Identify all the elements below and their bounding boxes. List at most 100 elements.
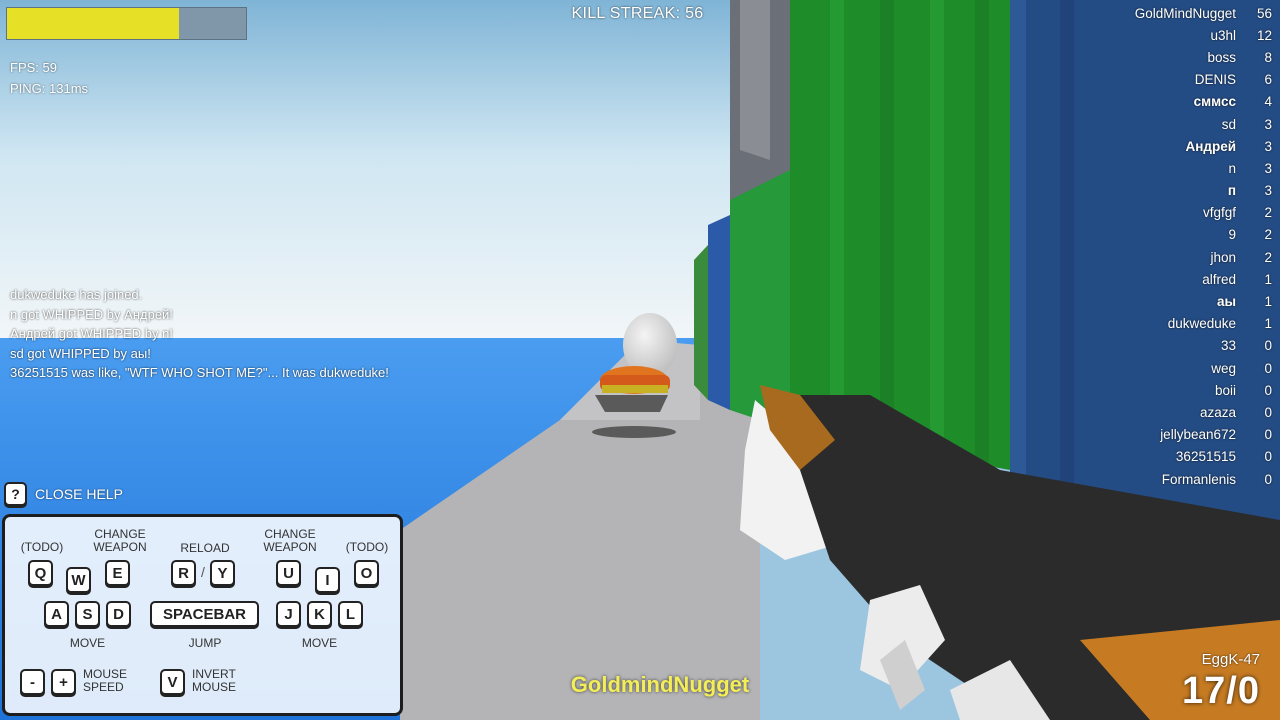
scoreboard-score: 8 (1264, 49, 1272, 65)
scoreboard-row: Андрей 3 (982, 135, 1272, 157)
scoreboard-score: 2 (1264, 205, 1272, 221)
fps-counter: FPS: 59 (10, 60, 57, 75)
label-reload: RELOAD (180, 541, 230, 555)
key-y: Y (210, 560, 235, 586)
scoreboard-row: jellybean672 0 (982, 424, 1272, 446)
scoreboard-player-name: sd (1221, 116, 1236, 132)
scoreboard-row: azaza 0 (982, 401, 1272, 423)
scoreboard-player-name: azaza (1199, 404, 1236, 420)
scoreboard-player-name: п (1227, 183, 1236, 199)
scoreboard-row: jhon 2 (982, 246, 1272, 268)
key-e: E (105, 560, 130, 586)
help-panel: (TODO) CHANGE WEAPON RELOAD CHANGE WEAPO… (2, 514, 403, 716)
label-move-right: MOVE (301, 636, 338, 650)
scoreboard-player-name: сммсс (1193, 94, 1236, 110)
scoreboard-row: DENIS 6 (982, 69, 1272, 91)
ping-readout: PING: 131ms (10, 81, 89, 96)
scoreboard-row: аы 1 (982, 290, 1272, 312)
scoreboard-player-name: boss (1207, 49, 1236, 65)
scoreboard-player-name: vfgfgf (1202, 205, 1236, 221)
scoreboard-row: vfgfgf 2 (982, 202, 1272, 224)
scoreboard-player-name: dukweduke (1167, 316, 1236, 332)
scoreboard-row: сммсс 4 (982, 91, 1272, 113)
key-s: S (75, 601, 100, 627)
label-mouse-speed-line1: MOUSE (83, 667, 128, 681)
scoreboard-player-name: Андрей (1185, 138, 1236, 154)
scoreboard-row: boss 8 (982, 46, 1272, 68)
scoreboard-row: weg 0 (982, 357, 1272, 379)
label-todo-right: (TODO) (345, 540, 389, 554)
killfeed-message: Андрей got WHIPPED by n! (10, 326, 173, 342)
key-spacebar: SPACEBAR (150, 601, 259, 627)
scoreboard-row: 36251515 0 (982, 446, 1272, 468)
kill-feed: dukweduke has joined. n got WHIPPED by Ан… (10, 285, 389, 383)
health-bar-fill (7, 8, 180, 39)
scoreboard-player-name: jellybean672 (1160, 427, 1236, 443)
killfeed-message: sd got WHIPPED by аы! (10, 345, 151, 361)
scoreboard-player-name: 9 (1228, 227, 1236, 243)
key-plus: + (51, 669, 76, 695)
scoreboard-row: alfred 1 (982, 268, 1272, 290)
scoreboard-score: 1 (1264, 316, 1272, 332)
label-change-weapon-right-line1: CHANGE (264, 527, 316, 541)
scoreboard-player-name: GoldMindNugget (1134, 5, 1236, 21)
key-q: Q (28, 560, 53, 586)
scoreboard-score: 1 (1264, 271, 1272, 287)
shadow (592, 426, 676, 438)
scoreboard-player-name: n (1228, 160, 1236, 176)
key-v: V (160, 669, 185, 695)
label-change-weapon-left-line1: CHANGE (94, 527, 146, 541)
key-j: J (276, 601, 301, 627)
label-jump: JUMP (188, 636, 222, 650)
scoreboard-score: 56 (1256, 5, 1272, 21)
health-bar (6, 7, 247, 40)
scoreboard-row: 33 0 (982, 335, 1272, 357)
label-mouse-speed: MOUSE SPEED (83, 668, 133, 694)
scoreboard-score: 3 (1264, 160, 1272, 176)
scoreboard-player-name: 33 (1220, 338, 1236, 354)
scoreboard-score: 12 (1256, 27, 1272, 43)
scoreboard-player-name: jhon (1210, 249, 1236, 265)
key-o: O (354, 560, 379, 586)
close-help-label: CLOSE HELP (35, 486, 123, 502)
scoreboard: GoldMindNugget 56 u3hl 12 boss 8 DENIS 6 сммсс 4 s… (982, 2, 1272, 490)
key-i: I (315, 567, 340, 593)
label-change-weapon-right-line2: WEAPON (263, 540, 317, 554)
close-help-button[interactable]: ? CLOSE HELP (4, 482, 123, 506)
scoreboard-score: 3 (1264, 116, 1272, 132)
scoreboard-row: boii 0 (982, 379, 1272, 401)
scoreboard-player-name: u3hl (1210, 27, 1236, 43)
scoreboard-row: п3 (982, 180, 1272, 202)
label-change-weapon-left: CHANGE WEAPON (85, 528, 155, 554)
ammo-counter: 17/0 (1182, 670, 1260, 712)
label-todo-left: (TODO) (20, 540, 64, 554)
scoreboard-score: 0 (1264, 360, 1272, 376)
weapon-name: EggK-47 (1201, 651, 1260, 668)
scoreboard-row: u3hl 12 (982, 24, 1272, 46)
label-invert-mouse-line1: INVERT (192, 667, 236, 681)
key-k: K (307, 601, 332, 627)
scoreboard-score: 0 (1264, 404, 1272, 420)
key-r: R (171, 560, 196, 586)
scoreboard-score: 0 (1264, 427, 1272, 443)
scoreboard-row: dukweduke 1 (982, 313, 1272, 335)
scoreboard-score: 1 (1264, 294, 1272, 310)
key-separator: / (201, 564, 205, 580)
label-invert-mouse-line2: MOUSE (192, 680, 237, 694)
scoreboard-score: 0 (1264, 449, 1272, 465)
scoreboard-score: 3 (1264, 138, 1272, 154)
label-change-weapon-left-line2: WEAPON (93, 540, 147, 554)
key-minus: - (20, 669, 45, 695)
scoreboard-player-name: 36251515 (1175, 449, 1236, 465)
scoreboard-row: GoldMindNugget 56 (982, 2, 1272, 24)
key-w: W (66, 567, 91, 593)
scoreboard-score: 0 (1264, 471, 1272, 487)
label-change-weapon-right: CHANGE WEAPON (255, 528, 325, 554)
killfeed-message: n got WHIPPED by Андрей! (10, 306, 173, 322)
scoreboard-player-name: boii (1214, 382, 1236, 398)
scoreboard-player-name: Formanlenis (1161, 471, 1236, 487)
key-d: D (106, 601, 131, 627)
scoreboard-score: 0 (1264, 382, 1272, 398)
scoreboard-row: 92 (982, 224, 1272, 246)
key-l: L (338, 601, 363, 627)
